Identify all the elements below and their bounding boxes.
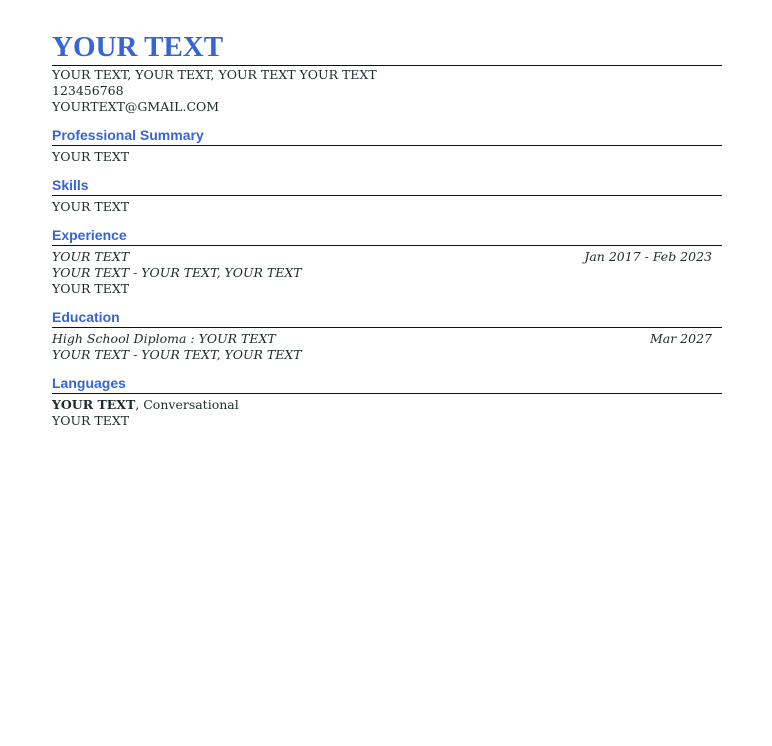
section-title-summary: Professional Summary [52,115,722,146]
languages-section: Languages YOUR TEXT, Conversational YOUR… [52,363,722,429]
section-title-education: Education [52,297,722,328]
education-section: Education High School Diploma : YOUR TEX… [52,297,722,363]
skills-section: Skills YOUR TEXT [52,165,722,215]
experience-header-row: YOUR TEXT Jan 2017 - Feb 2023 [52,249,722,265]
language-entry: YOUR TEXT, Conversational [52,397,722,413]
phone-line: 123456768 [52,83,124,98]
section-title-skills: Skills [52,165,722,196]
candidate-name: YOUR TEXT [52,30,722,66]
experience-section: Experience YOUR TEXT Jan 2017 - Feb 2023… [52,215,722,297]
language-extra: YOUR TEXT [52,413,130,428]
resume-page: YOUR TEXT YOUR TEXT, YOUR TEXT, YOUR TEX… [52,30,722,429]
job-description: YOUR TEXT [52,281,130,296]
summary-section: Professional Summary YOUR TEXT [52,115,722,165]
email-line: YOURTEXT@GMAIL.COM [52,99,220,114]
section-title-languages: Languages [52,363,722,394]
job-dates: Jan 2017 - Feb 2023 [584,249,712,264]
degree-label: High School Diploma : [52,331,199,346]
contact-block: YOUR TEXT, YOUR TEXT, YOUR TEXT YOUR TEX… [52,66,722,115]
language-name: YOUR TEXT [52,397,136,412]
education-date: Mar 2027 [649,331,712,346]
language-level: , Conversational [135,397,239,412]
job-title: YOUR TEXT [52,249,130,264]
degree-field: YOUR TEXT [198,331,276,346]
school-location: YOUR TEXT - YOUR TEXT, YOUR TEXT [52,347,302,362]
summary-text: YOUR TEXT [52,149,130,164]
section-title-experience: Experience [52,215,722,246]
address-line: YOUR TEXT, YOUR TEXT, YOUR TEXT YOUR TEX… [52,67,377,82]
company-location: YOUR TEXT - YOUR TEXT, YOUR TEXT [52,265,302,280]
skills-text: YOUR TEXT [52,199,130,214]
education-header-row: High School Diploma : YOUR TEXT Mar 2027 [52,331,722,347]
degree: High School Diploma : YOUR TEXT [52,331,276,347]
